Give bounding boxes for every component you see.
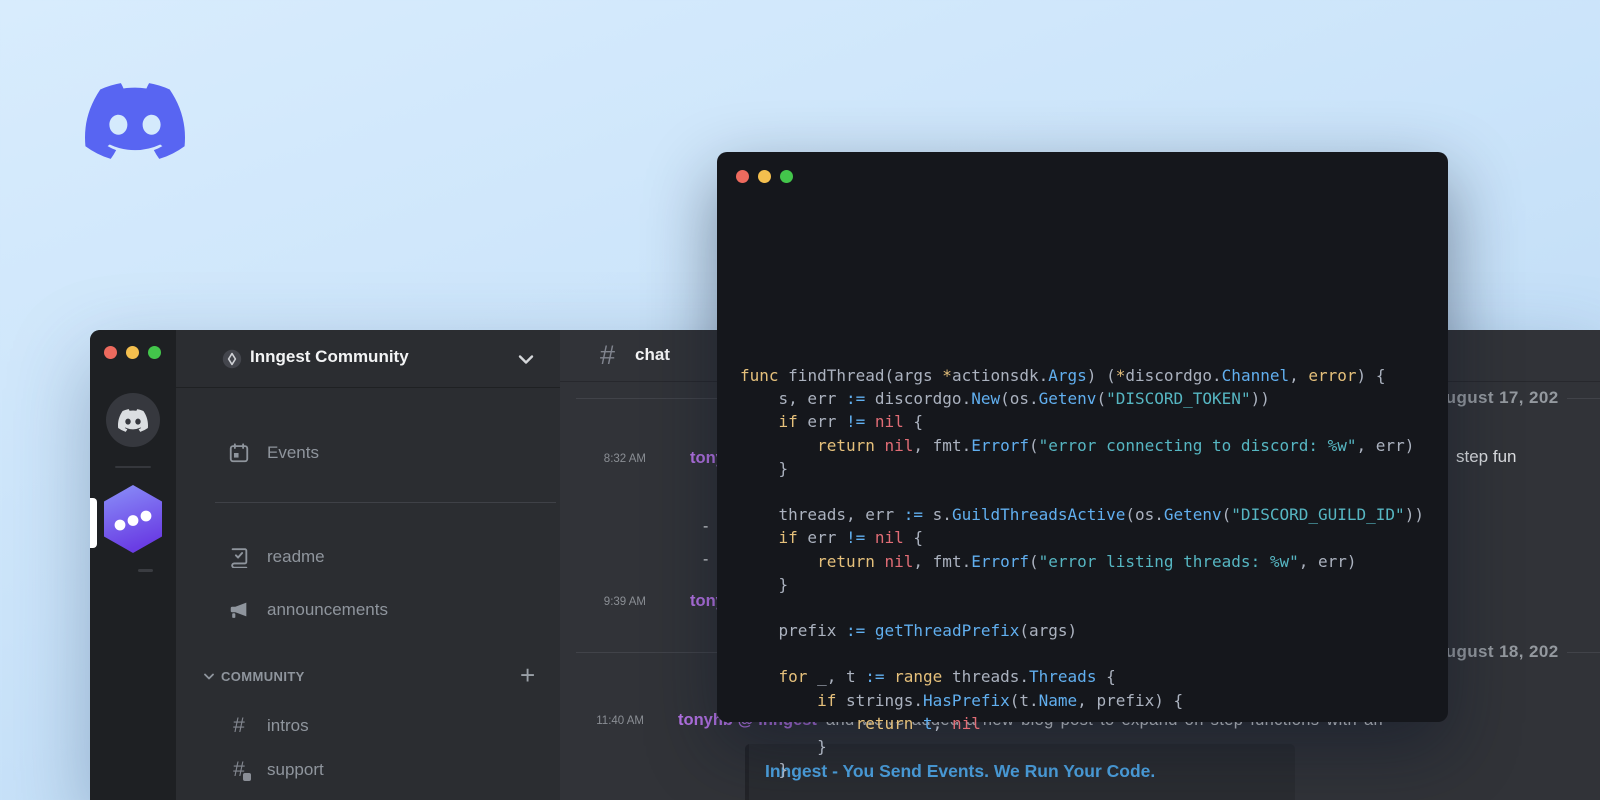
chevron-down-icon[interactable] <box>518 354 534 365</box>
sidebar-item-announcements[interactable]: announcements <box>212 595 542 625</box>
discord-logo <box>85 82 185 160</box>
minimize-window-button[interactable] <box>758 170 771 183</box>
server-header[interactable]: Inngest Community <box>176 330 560 388</box>
message-timestamp: 9:39 AM <box>603 596 646 608</box>
channel-label: readme <box>267 547 325 566</box>
discord-home-icon <box>118 408 148 432</box>
create-channel-button[interactable]: + <box>520 660 535 691</box>
chevron-down-icon <box>204 673 214 679</box>
inngest-server-button[interactable] <box>102 484 164 554</box>
channel-sidebar: Inngest Community Events readme announce… <box>176 330 560 800</box>
sidebar-section-community[interactable]: COMMUNITY <box>204 664 544 688</box>
megaphone-icon <box>227 598 251 622</box>
list-bullet: - <box>703 551 709 568</box>
close-window-button[interactable] <box>736 170 749 183</box>
rules-book-icon <box>227 545 251 569</box>
sidebar-item-events[interactable]: Events <box>212 438 542 468</box>
message-timestamp: 11:40 AM <box>596 715 644 727</box>
section-label: COMMUNITY <box>221 668 305 684</box>
sidebar-item-intros[interactable]: # intros <box>212 711 542 741</box>
list-bullet: - <box>703 518 709 535</box>
discord-home-button[interactable] <box>106 393 160 447</box>
message-text-fragment: step fun <box>1456 447 1517 466</box>
rail-dash <box>138 569 153 572</box>
close-window-button[interactable] <box>104 346 117 359</box>
hash-icon: # <box>233 714 245 737</box>
hash-badge-icon: # <box>227 758 251 782</box>
calendar-icon <box>227 441 251 465</box>
sidebar-item-readme[interactable]: readme <box>212 542 542 572</box>
zoom-window-button[interactable] <box>148 346 161 359</box>
channel-label: Events <box>267 443 319 462</box>
server-badge-icon <box>222 349 242 369</box>
channel-label: announcements <box>267 600 388 619</box>
rail-divider <box>115 466 151 468</box>
hash-icon: # <box>600 340 616 370</box>
code-block: func findThread(args *actionsdk.Args) (*… <box>740 366 1424 780</box>
server-name: Inngest Community <box>250 347 409 366</box>
server-rail <box>90 330 176 800</box>
inngest-hexagon-icon <box>104 485 162 553</box>
selected-server-pill <box>90 498 97 548</box>
channel-label: support <box>267 760 324 779</box>
code-editor-window: func findThread(args *actionsdk.Args) (*… <box>717 152 1448 779</box>
message-timestamp: 8:32 AM <box>603 453 646 465</box>
sidebar-divider <box>215 502 556 503</box>
zoom-window-button[interactable] <box>780 170 793 183</box>
minimize-window-button[interactable] <box>126 346 139 359</box>
channel-label: intros <box>267 716 309 735</box>
sidebar-item-support[interactable]: # support <box>212 755 542 785</box>
channel-title: chat <box>635 345 670 364</box>
